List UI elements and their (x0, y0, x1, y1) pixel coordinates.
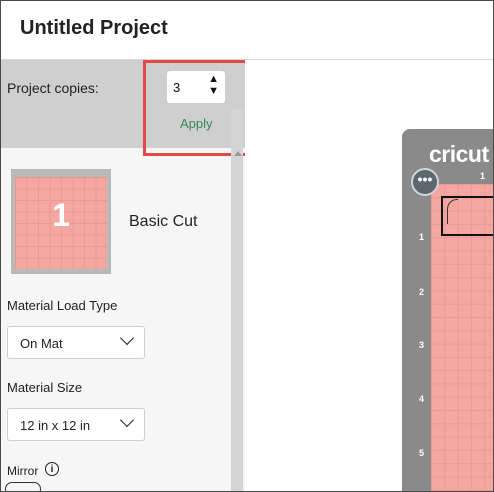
ruler-left-2: 2 (419, 287, 425, 297)
material-load-type-select[interactable]: On Mat (7, 326, 145, 359)
ruler-left-1: 1 (419, 232, 425, 242)
material-size-value: 12 in x 12 in (20, 418, 91, 433)
mirror-toggle[interactable] (5, 482, 41, 491)
project-copies-label: Project copies: (7, 80, 99, 96)
design-shape-curve (447, 199, 458, 224)
chevron-down-icon (119, 330, 135, 346)
material-load-type-value: On Mat (20, 336, 63, 351)
header-bar: Untitled Project (1, 1, 493, 60)
material-load-type-label: Material Load Type (7, 298, 118, 313)
more-dots-icon[interactable]: ••• (411, 168, 439, 196)
chevron-down-icon (119, 412, 135, 428)
project-title: Untitled Project (20, 17, 168, 39)
material-size-select[interactable]: 12 in x 12 in (7, 408, 145, 441)
mat-number: 1 (52, 197, 70, 233)
scroll-up-icon[interactable] (234, 151, 242, 156)
scrollbar[interactable] (231, 109, 243, 491)
mat-thumbnail[interactable]: 1 (11, 169, 111, 274)
mirror-label: Mirror (7, 464, 39, 478)
info-icon[interactable]: i (45, 462, 59, 476)
cricut-logo: cricut (429, 141, 489, 167)
app-window: Untitled Project Project copies: 3 ▲ ▼ Ap… (0, 0, 494, 492)
ruler-top-1: 1 (480, 171, 486, 181)
material-size-label: Material Size (7, 380, 83, 395)
ruler-left-4: 4 (419, 394, 425, 404)
mat-label: Basic Cut (129, 213, 198, 230)
ruler-left-5: 5 (419, 448, 425, 458)
ruler-left-3: 3 (419, 340, 425, 350)
